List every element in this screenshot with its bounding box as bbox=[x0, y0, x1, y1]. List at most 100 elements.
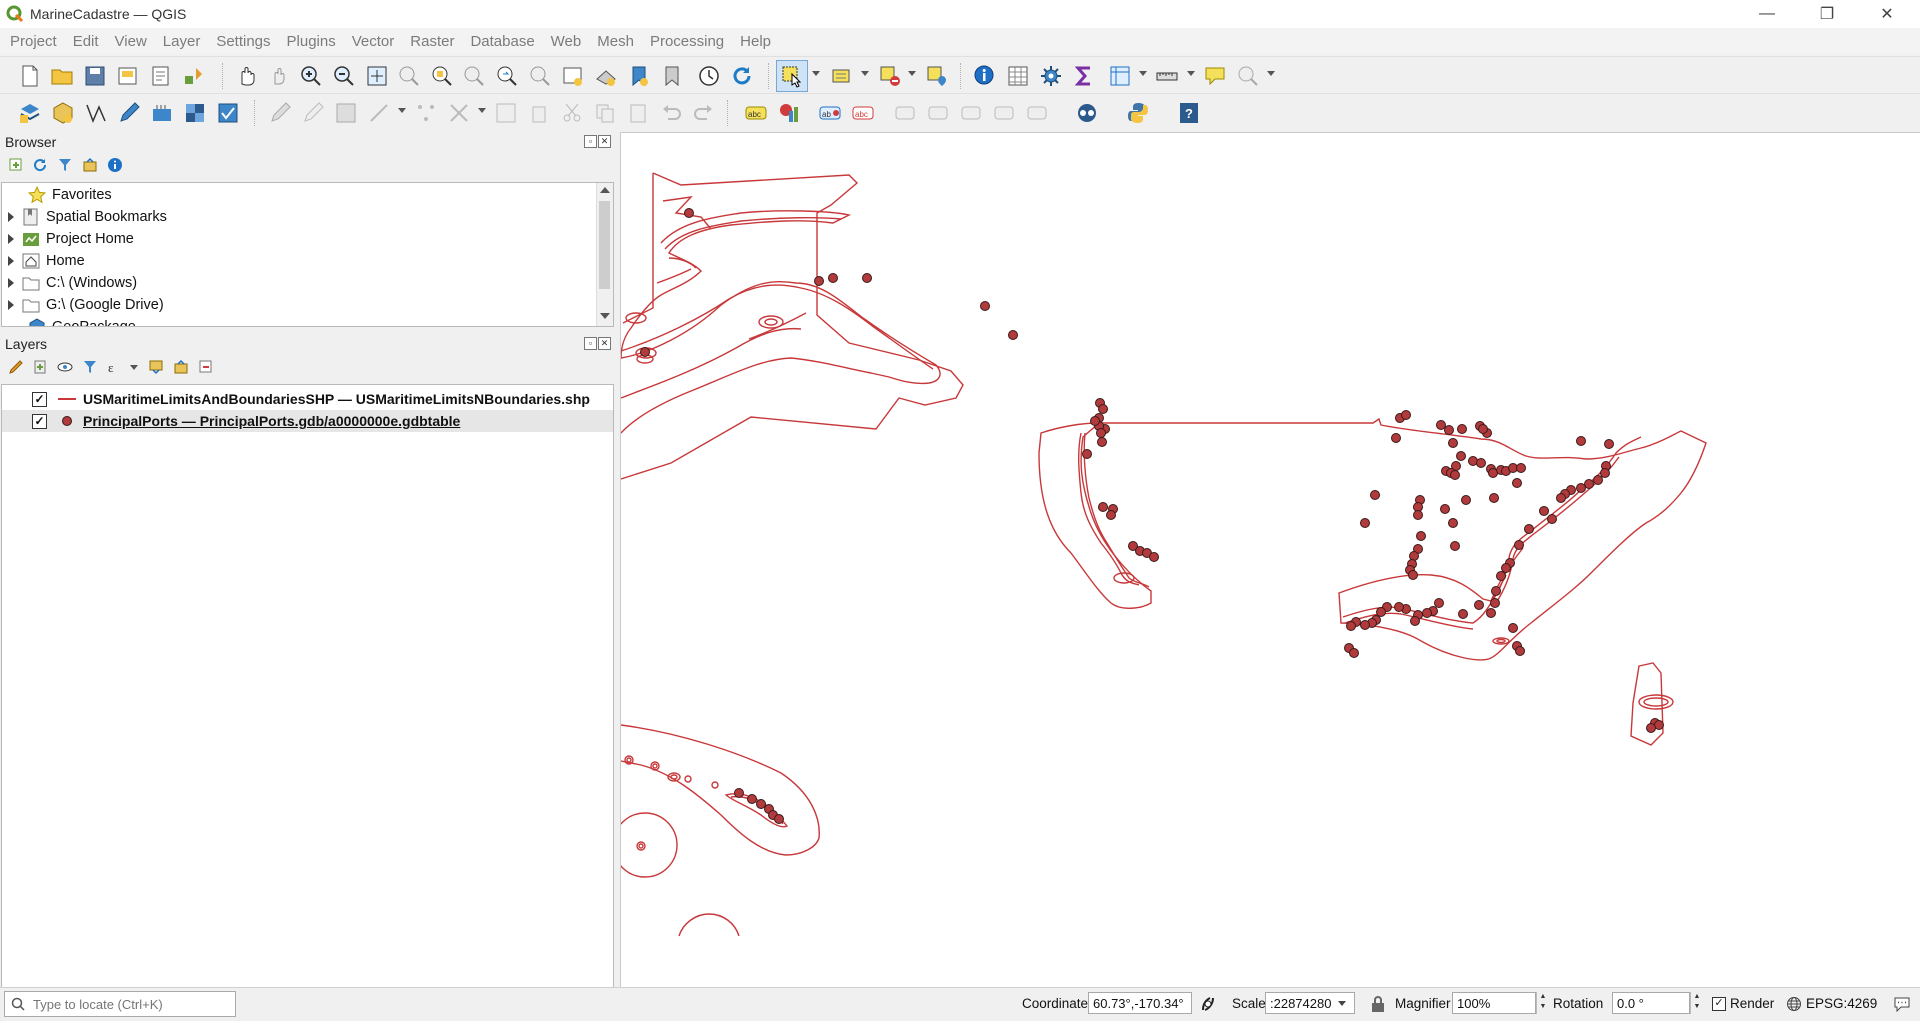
browser-close-button[interactable]: ✕ bbox=[598, 135, 611, 148]
scroll-down-icon[interactable] bbox=[600, 313, 610, 319]
layer-diagram-icon[interactable] bbox=[777, 101, 801, 125]
rotate-label-icon[interactable] bbox=[992, 101, 1016, 125]
menu-settings[interactable]: Settings bbox=[206, 33, 276, 50]
undo-icon[interactable] bbox=[659, 101, 683, 125]
redo-icon[interactable] bbox=[692, 101, 716, 125]
new-3d-map-view-icon[interactable] bbox=[594, 64, 618, 88]
layers-close-button[interactable]: ✕ bbox=[598, 337, 611, 350]
filter-expression-dropdown[interactable] bbox=[130, 365, 138, 370]
map-canvas-svg[interactable] bbox=[612, 133, 1920, 988]
deselect-all-icon[interactable] bbox=[878, 64, 902, 88]
show-bookmarks-icon[interactable] bbox=[660, 64, 684, 88]
collapse-all-icon[interactable] bbox=[82, 157, 98, 173]
processing-toolbox-icon[interactable] bbox=[1039, 64, 1063, 88]
menu-view[interactable]: View bbox=[105, 33, 153, 50]
zoom-in-icon[interactable] bbox=[299, 64, 323, 88]
menu-layer[interactable]: Layer bbox=[153, 33, 207, 50]
select-by-expression-dropdown[interactable] bbox=[861, 71, 869, 76]
lock-scale-icon[interactable] bbox=[1370, 995, 1386, 1013]
new-spatial-bookmark-icon[interactable] bbox=[627, 64, 651, 88]
filter-browser-icon[interactable] bbox=[57, 157, 73, 173]
browser-item-project-home[interactable]: Project Home bbox=[2, 228, 134, 250]
statistical-summary-icon[interactable] bbox=[1072, 64, 1096, 88]
add-group-icon[interactable] bbox=[32, 359, 48, 375]
change-label-icon[interactable] bbox=[1025, 101, 1049, 125]
open-project-icon[interactable] bbox=[50, 64, 74, 88]
add-feature-dropdown[interactable] bbox=[398, 108, 406, 113]
menu-processing[interactable]: Processing bbox=[640, 33, 730, 50]
field-calc-edit-icon[interactable] bbox=[494, 101, 518, 125]
browser-item-home[interactable]: Home bbox=[2, 250, 85, 272]
manage-map-themes-icon[interactable] bbox=[57, 359, 73, 375]
toggle-editing-icon[interactable] bbox=[117, 101, 141, 125]
menu-raster[interactable]: Raster bbox=[400, 33, 460, 50]
save-edits-icon[interactable] bbox=[334, 101, 358, 125]
layers-float-button[interactable]: ▫ bbox=[584, 337, 597, 350]
menu-plugins[interactable]: Plugins bbox=[277, 33, 342, 50]
digitize-icon[interactable] bbox=[84, 101, 108, 125]
menu-edit[interactable]: Edit bbox=[63, 33, 105, 50]
delete-selected-icon[interactable] bbox=[527, 101, 551, 125]
zoom-next-icon[interactable] bbox=[528, 64, 552, 88]
pan-map-icon[interactable] bbox=[235, 64, 259, 88]
browser-item-favorites[interactable]: Favorites bbox=[2, 184, 112, 206]
scroll-up-icon[interactable] bbox=[600, 187, 610, 193]
show-unplaced-labels-icon[interactable]: abc bbox=[851, 101, 875, 125]
minimize-button[interactable]: — bbox=[1744, 0, 1790, 28]
modify-attributes-icon[interactable] bbox=[447, 101, 471, 125]
messages-icon[interactable] bbox=[1893, 996, 1911, 1012]
highlight-pinned-icon[interactable] bbox=[926, 101, 950, 125]
measure-dropdown[interactable] bbox=[1187, 71, 1195, 76]
close-button[interactable]: ✕ bbox=[1864, 0, 1910, 28]
menu-mesh[interactable]: Mesh bbox=[587, 33, 640, 50]
expand-arrow-icon[interactable] bbox=[8, 234, 14, 244]
expand-arrow-icon[interactable] bbox=[8, 256, 14, 266]
browser-item-spatial-bookmarks[interactable]: Spatial Bookmarks bbox=[2, 206, 167, 228]
pin-labels-icon[interactable] bbox=[893, 101, 917, 125]
browser-item-g-drive[interactable]: G:\ (Google Drive) bbox=[2, 294, 164, 316]
rotation-spinner[interactable]: ▲ ▼ bbox=[1690, 992, 1703, 1014]
deselect-dropdown[interactable] bbox=[908, 71, 916, 76]
attribute-table-dropdown[interactable] bbox=[1139, 71, 1147, 76]
crs-globe-icon[interactable] bbox=[1786, 996, 1802, 1012]
zoom-out-icon[interactable] bbox=[332, 64, 356, 88]
expand-arrow-icon[interactable] bbox=[8, 212, 14, 222]
scale-dropdown-icon[interactable] bbox=[1338, 1001, 1346, 1006]
vertex-tool-icon[interactable] bbox=[414, 101, 438, 125]
expand-arrow-icon[interactable] bbox=[8, 300, 14, 310]
refresh-icon[interactable] bbox=[730, 64, 754, 88]
add-feature-icon[interactable] bbox=[367, 101, 391, 125]
data-source-manager-icon[interactable] bbox=[18, 101, 42, 125]
metasearch-icon[interactable] bbox=[1075, 101, 1099, 125]
select-location-icon[interactable] bbox=[925, 64, 949, 88]
menu-project[interactable]: Project bbox=[0, 33, 63, 50]
magnifier-spinner[interactable]: ▲ ▼ bbox=[1536, 992, 1549, 1014]
render-checkbox[interactable]: ✓ bbox=[1712, 997, 1726, 1011]
measure-line-icon[interactable] bbox=[1155, 64, 1179, 88]
add-selected-layers-icon[interactable] bbox=[8, 157, 24, 173]
map-canvas[interactable] bbox=[612, 132, 1920, 988]
zoom-native-icon[interactable] bbox=[462, 64, 486, 88]
virtual-layer-icon[interactable] bbox=[150, 101, 174, 125]
restore-button[interactable]: ❐ bbox=[1804, 0, 1850, 28]
open-layer-styling-icon[interactable] bbox=[8, 359, 24, 375]
filter-expression-icon[interactable]: ε bbox=[107, 359, 123, 375]
new-map-view-icon[interactable] bbox=[561, 64, 585, 88]
menu-vector[interactable]: Vector bbox=[342, 33, 401, 50]
layer-labeling-icon[interactable]: abc bbox=[744, 101, 768, 125]
zoom-full-icon[interactable] bbox=[365, 64, 389, 88]
new-project-icon[interactable] bbox=[18, 64, 42, 88]
layout-manager-icon[interactable] bbox=[149, 64, 173, 88]
temporal-controller-icon[interactable] bbox=[697, 64, 721, 88]
edit-pencil-icon[interactable] bbox=[301, 101, 325, 125]
menu-web[interactable]: Web bbox=[541, 33, 588, 50]
modify-dropdown[interactable] bbox=[478, 108, 486, 113]
label-toolbar-icon[interactable]: ab bbox=[818, 101, 842, 125]
layer-row-maritime-limits[interactable]: ✓ USMaritimeLimitsAndBoundariesSHP — USM… bbox=[2, 388, 613, 410]
identify-features-icon[interactable] bbox=[973, 64, 997, 88]
browser-item-geopackage[interactable]: GeoPackage bbox=[2, 316, 136, 326]
zoom-to-selection-icon[interactable] bbox=[397, 64, 421, 88]
python-console-icon[interactable] bbox=[1126, 101, 1150, 125]
remove-layer-icon[interactable] bbox=[198, 359, 214, 375]
select-by-expression-icon[interactable] bbox=[830, 64, 854, 88]
